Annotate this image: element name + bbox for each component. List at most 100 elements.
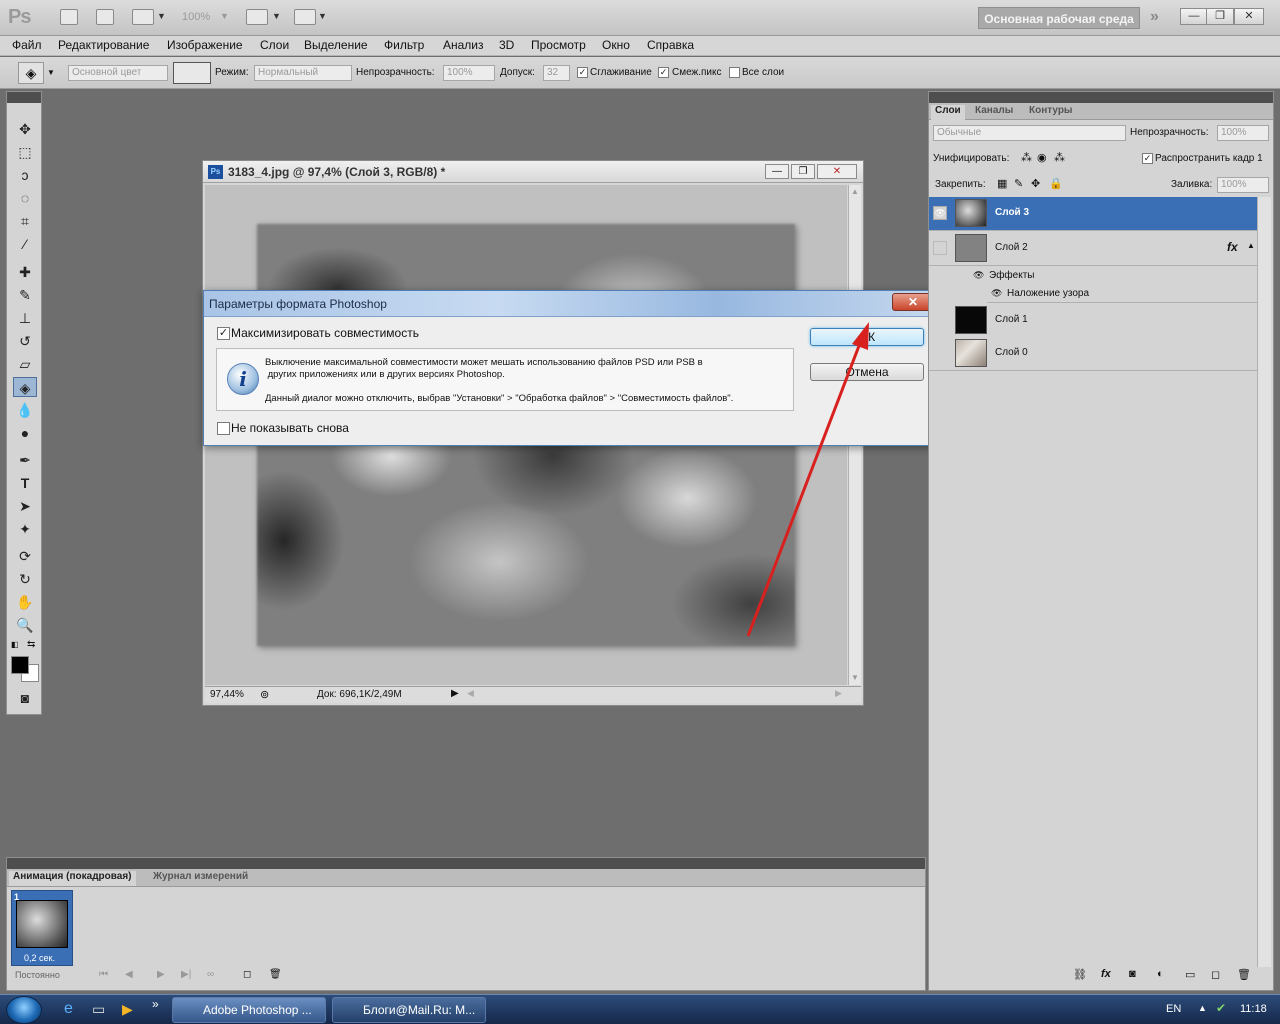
link-layers-icon[interactable]: ⛓ xyxy=(1073,968,1087,981)
blend-mode-select[interactable]: Обычные xyxy=(933,125,1126,141)
pattern-overlay-row[interactable]: 👁 Наложение узора xyxy=(987,285,1257,303)
layer-row-0[interactable]: Слой 0 xyxy=(929,337,1257,371)
status-icon[interactable]: ⊚ xyxy=(260,688,269,701)
taskbar-photoshop[interactable]: Adobe Photoshop ... xyxy=(172,997,326,1023)
menu-help[interactable]: Справка xyxy=(647,38,694,52)
language-indicator[interactable]: EN xyxy=(1166,1003,1181,1015)
type-tool-icon[interactable]: T xyxy=(13,473,37,493)
maximize-compat-checkbox[interactable]: ✓ xyxy=(217,327,230,340)
tab-channels[interactable]: Каналы xyxy=(971,105,1017,120)
network-icon[interactable]: ✔ xyxy=(1216,1001,1226,1015)
taskbar-browser[interactable]: Блоги@Mail.Ru: M... xyxy=(332,997,486,1023)
dialog-title-bar[interactable]: Параметры формата Photoshop ✕ xyxy=(204,291,937,317)
antialias-checkbox[interactable]: ✓ xyxy=(577,67,588,78)
marquee-tool-icon[interactable]: ⬚ xyxy=(13,142,37,162)
loop-select[interactable]: Постоянно xyxy=(15,970,60,980)
fx-icon[interactable]: fx xyxy=(1227,240,1238,254)
doc-minimize-button[interactable]: — xyxy=(765,164,789,179)
menu-view[interactable]: Просмотр xyxy=(531,38,586,52)
healing-brush-tool-icon[interactable]: ✚ xyxy=(13,262,37,282)
fill-source-select[interactable]: Основной цвет xyxy=(68,65,168,81)
quick-select-tool-icon[interactable]: ◌ xyxy=(13,188,37,208)
menu-file[interactable]: Файл xyxy=(12,38,42,52)
visibility-eye-icon[interactable]: 👁 xyxy=(933,206,947,220)
layer-opacity-field[interactable]: 100% xyxy=(1217,125,1269,141)
history-brush-tool-icon[interactable]: ↺ xyxy=(13,331,37,351)
document-title-bar[interactable]: Ps 3183_4.jpg @ 97,4% (Слой 3, RGB/8) * … xyxy=(203,161,863,183)
chevron-down-icon[interactable]: ▼ xyxy=(272,11,281,21)
toolbox-header[interactable] xyxy=(7,92,41,103)
brush-tool-icon[interactable]: ✎ xyxy=(13,285,37,305)
visibility-toggle[interactable] xyxy=(933,241,947,255)
unify-visibility-icon[interactable]: ◉ xyxy=(1037,151,1047,164)
move-tool-icon[interactable]: ✥ xyxy=(13,119,37,139)
pattern-picker[interactable] xyxy=(173,62,211,84)
layer-row-3[interactable]: 👁 Слой 3 xyxy=(929,197,1257,231)
pen-tool-icon[interactable]: ✒ xyxy=(13,450,37,470)
foreground-color-swatch[interactable] xyxy=(11,656,29,674)
next-frame-icon[interactable]: ▶| xyxy=(181,969,191,980)
new-layer-icon[interactable]: ◻ xyxy=(1211,968,1220,981)
menu-filter[interactable]: Фильтр xyxy=(384,38,424,52)
lock-transparency-icon[interactable]: ▦ xyxy=(997,177,1007,190)
tween-icon[interactable]: ∞ xyxy=(207,969,214,980)
status-menu-arrow-icon[interactable]: ▶ xyxy=(451,688,459,699)
collapse-effects-icon[interactable]: ▲ xyxy=(1247,241,1255,250)
path-select-tool-icon[interactable]: ➤ xyxy=(13,496,37,516)
paint-bucket-tool-icon[interactable]: ◈ xyxy=(13,377,37,397)
layer-row-1[interactable]: Слой 1 xyxy=(929,304,1257,338)
add-style-icon[interactable]: fx xyxy=(1101,968,1111,980)
scroll-up-icon[interactable]: ▲ xyxy=(851,187,859,196)
minimize-button[interactable]: — xyxy=(1180,8,1208,25)
lock-pixels-icon[interactable]: ✎ xyxy=(1014,177,1023,190)
crop-tool-icon[interactable]: ⌗ xyxy=(13,211,37,231)
menu-image[interactable]: Изображение xyxy=(167,38,243,52)
propagate-frame-checkbox[interactable]: ✓ xyxy=(1142,153,1153,164)
start-button[interactable] xyxy=(6,996,42,1024)
first-frame-icon[interactable]: ⏮ xyxy=(99,969,108,980)
frame-delay[interactable]: 0,2 сек. xyxy=(24,953,55,963)
lock-all-icon[interactable]: 🔒 xyxy=(1049,177,1063,190)
zoom-level[interactable]: 100% xyxy=(182,11,210,23)
add-mask-icon[interactable]: ◙ xyxy=(1129,968,1136,980)
blur-tool-icon[interactable]: 💧 xyxy=(13,400,37,420)
3d-orbit-tool-icon[interactable]: ↻ xyxy=(13,569,37,589)
delete-layer-icon[interactable]: 🗑 xyxy=(1237,968,1251,981)
arrange-documents-icon[interactable] xyxy=(246,9,268,25)
scroll-left-icon[interactable]: ◀ xyxy=(467,688,474,699)
fill-field[interactable]: 100% xyxy=(1217,177,1269,193)
chevron-down-icon[interactable]: ▼ xyxy=(47,68,55,77)
ie-icon[interactable]: e xyxy=(64,1000,73,1018)
paint-bucket-preset-icon[interactable]: ◈ xyxy=(18,62,44,84)
workspace-switcher[interactable]: Основная рабочая среда xyxy=(978,7,1140,29)
zoom-field[interactable]: 97,44% xyxy=(210,689,244,700)
menu-edit[interactable]: Редактирование xyxy=(58,38,149,52)
doc-close-button[interactable]: ✕ xyxy=(817,164,857,179)
shape-tool-icon[interactable]: ✦ xyxy=(13,519,37,539)
effect-eye-icon[interactable]: 👁 xyxy=(973,270,984,281)
default-colors-icon[interactable]: ◧ xyxy=(11,640,19,649)
menu-select[interactable]: Выделение xyxy=(304,38,368,52)
ok-button[interactable]: ОК xyxy=(810,328,924,346)
quick-mask-icon[interactable]: ◙ xyxy=(13,688,37,708)
tab-layers[interactable]: Слои xyxy=(931,105,965,120)
scroll-right-icon[interactable]: ▶ xyxy=(835,688,842,699)
chevron-down-icon[interactable]: ▼ xyxy=(157,11,166,21)
scroll-down-icon[interactable]: ▼ xyxy=(851,673,859,682)
dont-show-again-checkbox[interactable] xyxy=(217,422,230,435)
swap-colors-icon[interactable]: ⇆ xyxy=(27,639,35,650)
cancel-button[interactable]: Отмена xyxy=(810,363,924,381)
double-chevron-icon[interactable]: » xyxy=(1150,8,1159,26)
adjustment-layer-icon[interactable]: ◐ xyxy=(1157,968,1164,980)
media-player-icon[interactable]: ▶ xyxy=(122,1001,133,1018)
hand-tool-icon[interactable]: ✋ xyxy=(13,592,37,612)
eyedropper-tool-icon[interactable]: ⁄ xyxy=(13,234,37,254)
menu-3d[interactable]: 3D xyxy=(499,38,514,52)
menu-layers[interactable]: Слои xyxy=(260,38,289,52)
new-group-icon[interactable]: ▭ xyxy=(1185,968,1195,981)
unify-position-icon[interactable]: ⁂ xyxy=(1021,151,1032,164)
lasso-tool-icon[interactable]: ↄ xyxy=(13,165,37,185)
menu-analysis[interactable]: Анализ xyxy=(443,38,484,52)
restore-button[interactable]: ❐ xyxy=(1206,8,1234,25)
menu-window[interactable]: Окно xyxy=(602,38,630,52)
